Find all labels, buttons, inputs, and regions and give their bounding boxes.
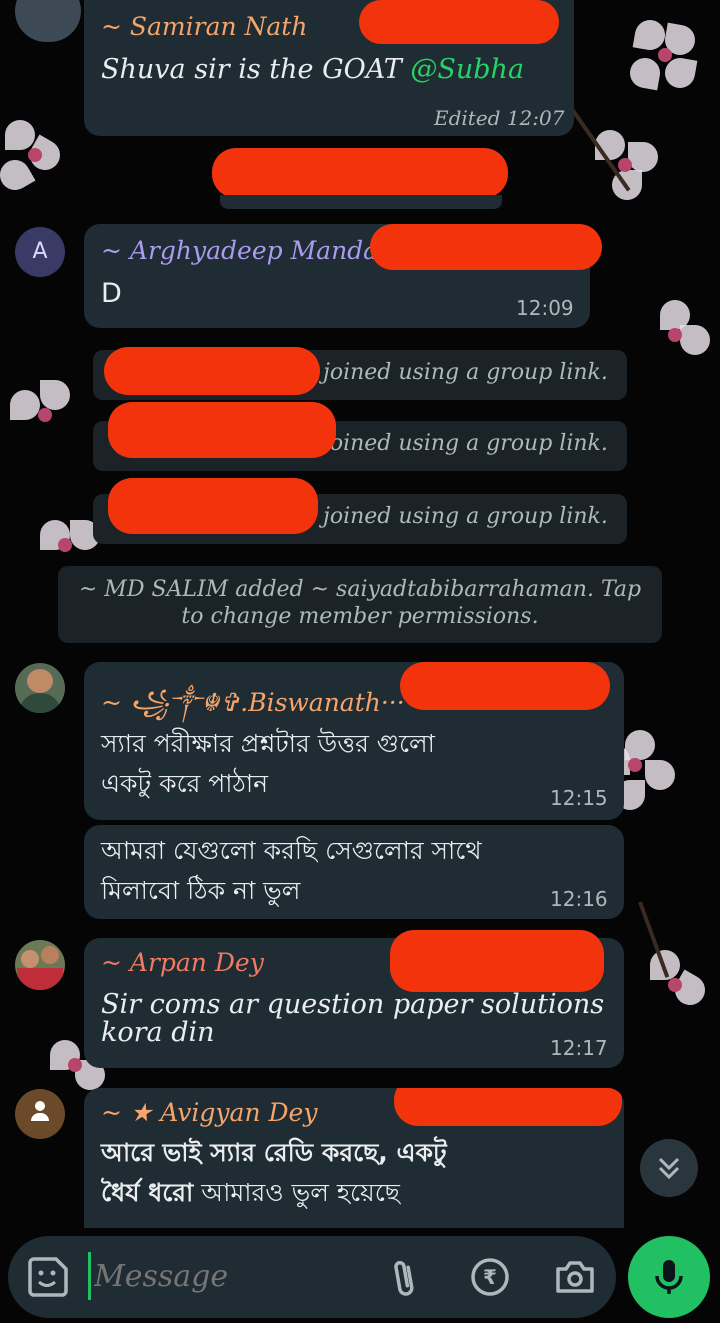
chevron-double-down-icon bbox=[658, 1157, 680, 1180]
avatar[interactable] bbox=[15, 940, 65, 990]
message-text: স্যার পরীক্ষার প্রশ্নটার উত্তর গুলো একটু… bbox=[101, 729, 435, 798]
sender-name[interactable]: ~ Samiran Nath bbox=[101, 12, 307, 41]
message-bubble[interactable]: ~ Samiran Nath Shuva sir is the GOAT @Su… bbox=[84, 0, 574, 136]
redacted-number bbox=[400, 662, 610, 710]
message-time: 12:16 bbox=[550, 887, 608, 911]
wallpaper-flower bbox=[0, 120, 70, 196]
message-bubble-hidden bbox=[220, 195, 502, 209]
message-bubble[interactable]: ~ ꧁༒☬✞.Biswanath··· স্যার পরীক্ষার প্রশ্… bbox=[84, 662, 624, 820]
avatar[interactable]: A bbox=[15, 227, 65, 277]
wallpaper-flower bbox=[640, 950, 711, 1020]
system-message[interactable]: ~ MD SALIM added ~ saiyadtabibarrahaman.… bbox=[58, 566, 662, 643]
message-text: Sir coms ar question paper solutions kor… bbox=[101, 989, 605, 1048]
wallpaper-flower bbox=[640, 300, 710, 370]
mention-link[interactable]: @Subha bbox=[410, 54, 524, 85]
sender-name[interactable]: ~ Arghyadeep Mandal bbox=[101, 236, 386, 265]
wallpaper-flower bbox=[10, 380, 80, 450]
camera-icon[interactable] bbox=[554, 1259, 596, 1295]
redacted-number bbox=[370, 224, 602, 270]
redacted-number bbox=[108, 478, 318, 534]
mic-icon bbox=[655, 1260, 683, 1294]
message-time: 12:09 bbox=[516, 296, 574, 320]
rupee-icon[interactable]: ₹ bbox=[470, 1257, 510, 1297]
redacted-number bbox=[390, 930, 604, 992]
scroll-to-bottom-button[interactable] bbox=[640, 1139, 698, 1197]
message-bubble[interactable]: ~ ★ Avigyan Dey আরে ভাই স্যার রেডি করছে,… bbox=[84, 1088, 624, 1228]
message-text: Shuva sir is the GOAT @Subha bbox=[101, 54, 525, 85]
avatar[interactable] bbox=[15, 663, 65, 713]
redacted-number bbox=[104, 347, 320, 395]
message-input[interactable] bbox=[94, 1250, 374, 1302]
message-time: 12:15 bbox=[550, 786, 608, 810]
sticker-icon[interactable] bbox=[26, 1255, 70, 1299]
redacted-number bbox=[108, 402, 336, 458]
mic-button[interactable] bbox=[628, 1236, 710, 1318]
message-bubble[interactable]: আমরা যেগুলো করছি সেগুলোর সাথে মিলাবো ঠিক… bbox=[84, 825, 624, 919]
message-text: D bbox=[101, 278, 122, 309]
avatar[interactable] bbox=[15, 1089, 65, 1139]
message-text: আমরা যেগুলো করছি সেগুলোর সাথে মিলাবো ঠিক… bbox=[101, 836, 482, 905]
redacted-number bbox=[394, 1088, 622, 1126]
wallpaper-flower bbox=[627, 17, 700, 91]
sender-name[interactable]: ~ ★ Avigyan Dey bbox=[101, 1098, 317, 1127]
redacted-number bbox=[359, 0, 559, 44]
paperclip-icon[interactable] bbox=[390, 1256, 420, 1300]
sender-name[interactable]: ~ Arpan Dey bbox=[101, 948, 264, 977]
message-bubble[interactable]: ~ Arpan Dey Sir coms ar question paper s… bbox=[84, 930, 624, 1068]
message-text: আরে ভাই স্যার রেডি করছে, একটু ধৈর্য ধরো … bbox=[101, 1138, 447, 1207]
message-time: 12:17 bbox=[550, 1036, 608, 1060]
text-cursor bbox=[88, 1252, 91, 1300]
message-bubble[interactable]: ~ Arghyadeep Mandal D 12:09 bbox=[84, 224, 602, 328]
message-time: Edited 12:07 bbox=[434, 106, 565, 130]
redacted-content bbox=[212, 148, 508, 198]
message-composer: ₹ bbox=[8, 1236, 616, 1318]
svg-text:₹: ₹ bbox=[483, 1265, 497, 1289]
avatar-letter: A bbox=[32, 239, 48, 264]
